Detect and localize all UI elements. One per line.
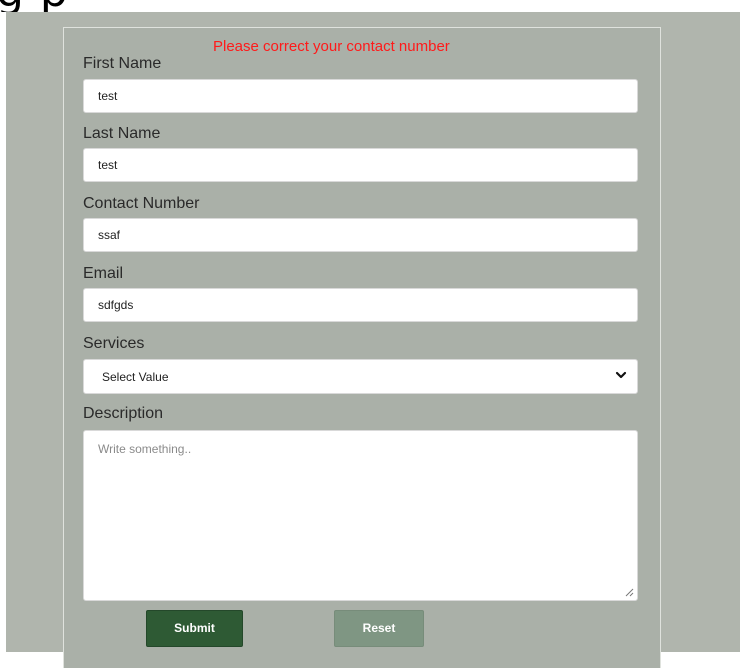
services-selected-value: Select Value bbox=[102, 370, 169, 384]
error-message: Please correct your contact number bbox=[213, 38, 450, 55]
email-label: Email bbox=[83, 265, 124, 282]
clipped-heading-fragment: g p bbox=[0, 0, 740, 12]
description-placeholder: Write something.. bbox=[98, 442, 192, 456]
reset-button[interactable]: Reset bbox=[334, 610, 424, 647]
first-name-label: First Name bbox=[83, 55, 162, 72]
first-name-input[interactable] bbox=[83, 79, 638, 113]
contact-number-input[interactable] bbox=[83, 218, 638, 252]
submit-button[interactable]: Submit bbox=[146, 610, 243, 647]
services-label: Services bbox=[83, 335, 145, 352]
chevron-down-icon bbox=[615, 371, 627, 379]
contact-number-label: Contact Number bbox=[83, 195, 200, 212]
email-input[interactable] bbox=[83, 288, 638, 322]
services-select[interactable]: Select Value bbox=[83, 359, 638, 394]
last-name-input[interactable] bbox=[83, 148, 638, 182]
resize-handle-icon[interactable] bbox=[624, 587, 634, 597]
description-textarea[interactable]: Write something.. bbox=[83, 430, 638, 601]
clipped-heading-text: g p bbox=[0, 0, 69, 12]
last-name-label: Last Name bbox=[83, 125, 161, 142]
description-label: Description bbox=[83, 405, 164, 422]
